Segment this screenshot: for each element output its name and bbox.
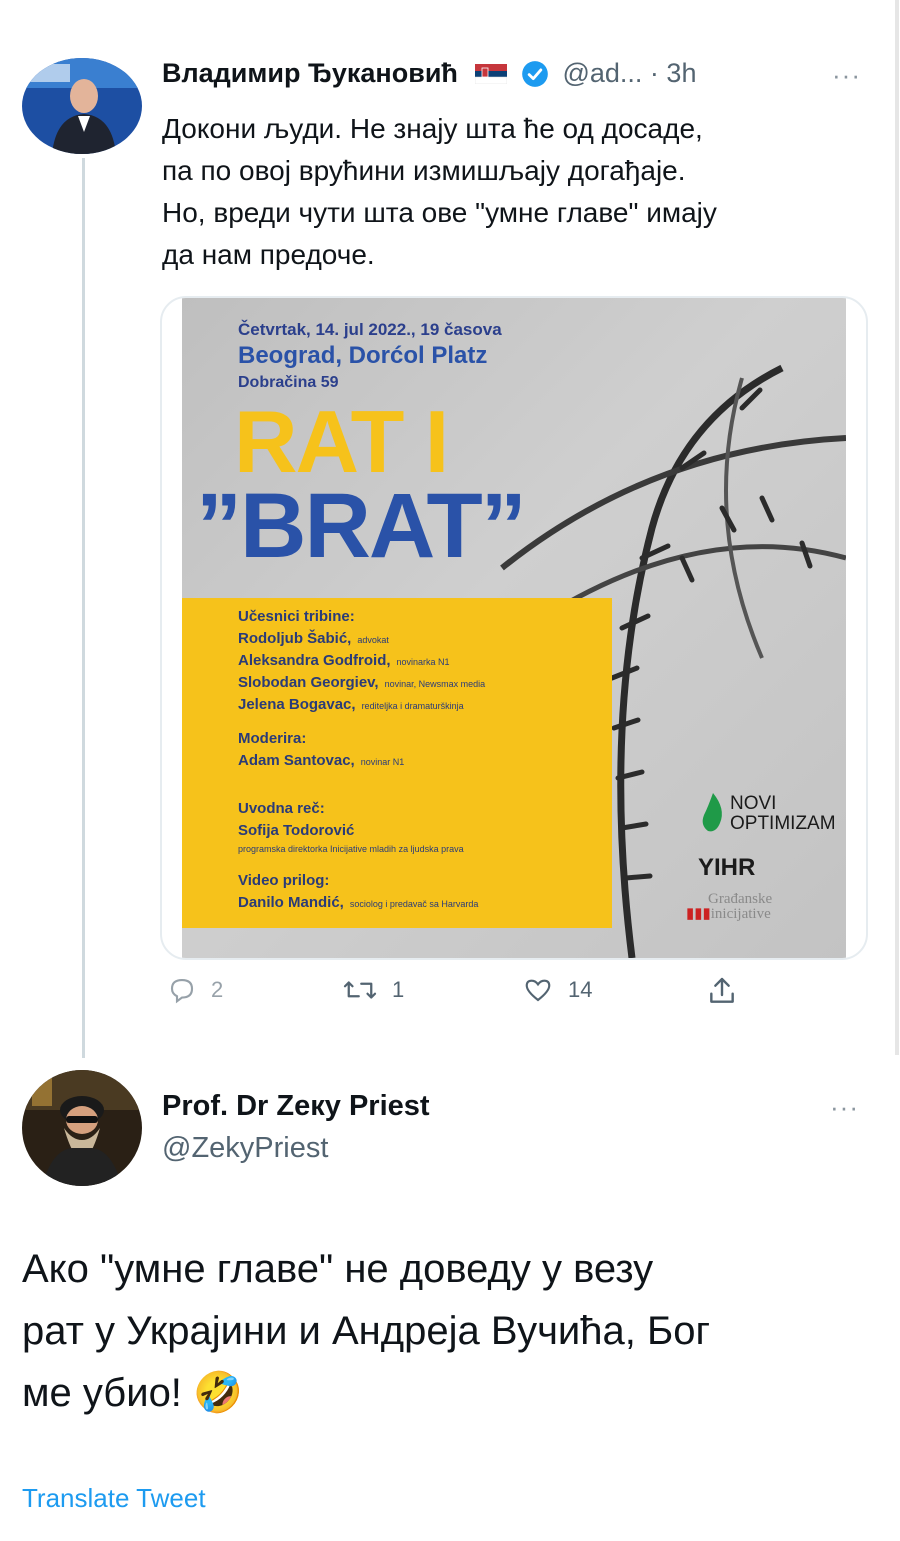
video-heading: Video prilog: <box>238 872 330 889</box>
more-options-icon[interactable]: ··· <box>832 60 861 91</box>
thread-connector <box>82 158 85 1058</box>
author-handle[interactable]: @ZekyPriest <box>162 1132 328 1165</box>
poster-title-bottom: ”BRAT” <box>196 475 527 577</box>
tweet-text: Докони људи. Не знају шта ће од досаде, … <box>162 108 872 276</box>
serbia-flag-icon <box>475 64 508 84</box>
reply-icon <box>170 978 194 1004</box>
tweet-media-card[interactable]: Četvrtak, 14. jul 2022., 19 časova Beogr… <box>160 296 868 960</box>
participants-heading: Učesnici tribine: <box>238 608 355 625</box>
tweet-action-bar: 2 1 14 <box>0 975 900 1015</box>
video-item: Danilo Mandić, sociolog i predavač sa Har… <box>238 894 479 911</box>
participant-item: Jelena Bogavac, rediteljka i dramaturškin… <box>238 696 464 713</box>
tweet-time[interactable]: 3h <box>666 58 696 88</box>
intro-heading: Uvodna reč: <box>238 800 325 817</box>
rofl-emoji-icon: 🤣 <box>193 1371 243 1415</box>
poster-info-box: Učesnici tribine: Rodoljub Šabić, advokat… <box>182 598 612 928</box>
intro-role: programska direktorka Inicijative mladih… <box>238 844 464 854</box>
event-place: Beograd, Dorćol Platz <box>238 342 488 369</box>
participant-item: Aleksandra Godfroid, novinarka N1 <box>238 652 450 669</box>
tweet-text-line: Но, вреди чути шта ове "умне главе" имај… <box>162 197 717 228</box>
intro-name: Sofija Todorović <box>238 822 355 839</box>
event-address: Dobračina 59 <box>238 374 339 391</box>
retweet-icon <box>343 981 377 999</box>
translate-tweet-link[interactable]: Translate Tweet <box>22 1483 206 1514</box>
retweet-button[interactable]: 1 <box>340 975 404 1005</box>
author-handle[interactable]: @ad... <box>562 58 642 88</box>
quote-open: ” <box>196 475 242 577</box>
poster-title-bottom-text: BRAT <box>240 475 483 577</box>
verified-badge-icon <box>522 61 548 87</box>
participant-item: Slobodan Georgiev, novinar, Newsmax media <box>238 674 486 691</box>
gradjanske-inicijative-logo: Građanske ▮▮▮inicijative <box>686 891 773 922</box>
share-icon <box>710 977 734 1003</box>
heart-icon <box>525 979 551 1002</box>
flame-logo-icon <box>702 793 722 832</box>
share-button[interactable] <box>705 975 739 1007</box>
retweet-count: 1 <box>392 977 405 1002</box>
avatar[interactable] <box>22 1070 142 1186</box>
scrollbar[interactable] <box>895 0 899 1055</box>
tweet-text-line: да нам предоче. <box>162 239 375 270</box>
avatar[interactable] <box>22 58 142 154</box>
author-name[interactable]: Владимир Ђукановић @ad... · 3h <box>162 58 696 89</box>
reply-count: 2 <box>211 977 224 1002</box>
event-poster-image[interactable]: Četvrtak, 14. jul 2022., 19 časova Beogr… <box>182 298 846 958</box>
tweet-text-line: па по овој врућини измишљају догађаје. <box>162 155 686 186</box>
yihr-logo: YIHR <box>698 854 756 881</box>
more-options-icon[interactable]: ··· <box>830 1092 859 1123</box>
like-button[interactable]: 14 <box>520 975 592 1005</box>
author-name[interactable]: Prof. Dr Zeкy Priest <box>162 1090 430 1123</box>
quote-close: ” <box>480 475 527 577</box>
tweet-text-line: Ако "умне главе" не доведу у везу <box>22 1247 654 1291</box>
novi-optimizam-logo: NOVI OPTIMIZAM <box>730 793 836 834</box>
separator-dot: · <box>649 58 667 88</box>
tweet-text-line: Докони људи. Не знају шта ће од досаде, <box>162 113 703 144</box>
tweet-text: Ако "умне главе" не доведу у везу рат у … <box>22 1238 882 1424</box>
like-count: 14 <box>568 977 593 1002</box>
reply-button[interactable]: 2 <box>165 975 223 1005</box>
participant-item: Rodoljub Šabić, advokat <box>238 630 389 647</box>
moderator-heading: Moderira: <box>238 730 307 747</box>
author-name-text[interactable]: Владимир Ђукановић <box>162 58 458 88</box>
tweet-text-line: рат у Украјини и Андреја Вучића, Бог <box>22 1309 711 1353</box>
moderator-item: Adam Santovac, novinar N1 <box>238 752 405 769</box>
event-date: Četvrtak, 14. jul 2022., 19 časova <box>238 320 502 339</box>
tweet-text-line: ме убио! 🤣 <box>22 1371 243 1415</box>
